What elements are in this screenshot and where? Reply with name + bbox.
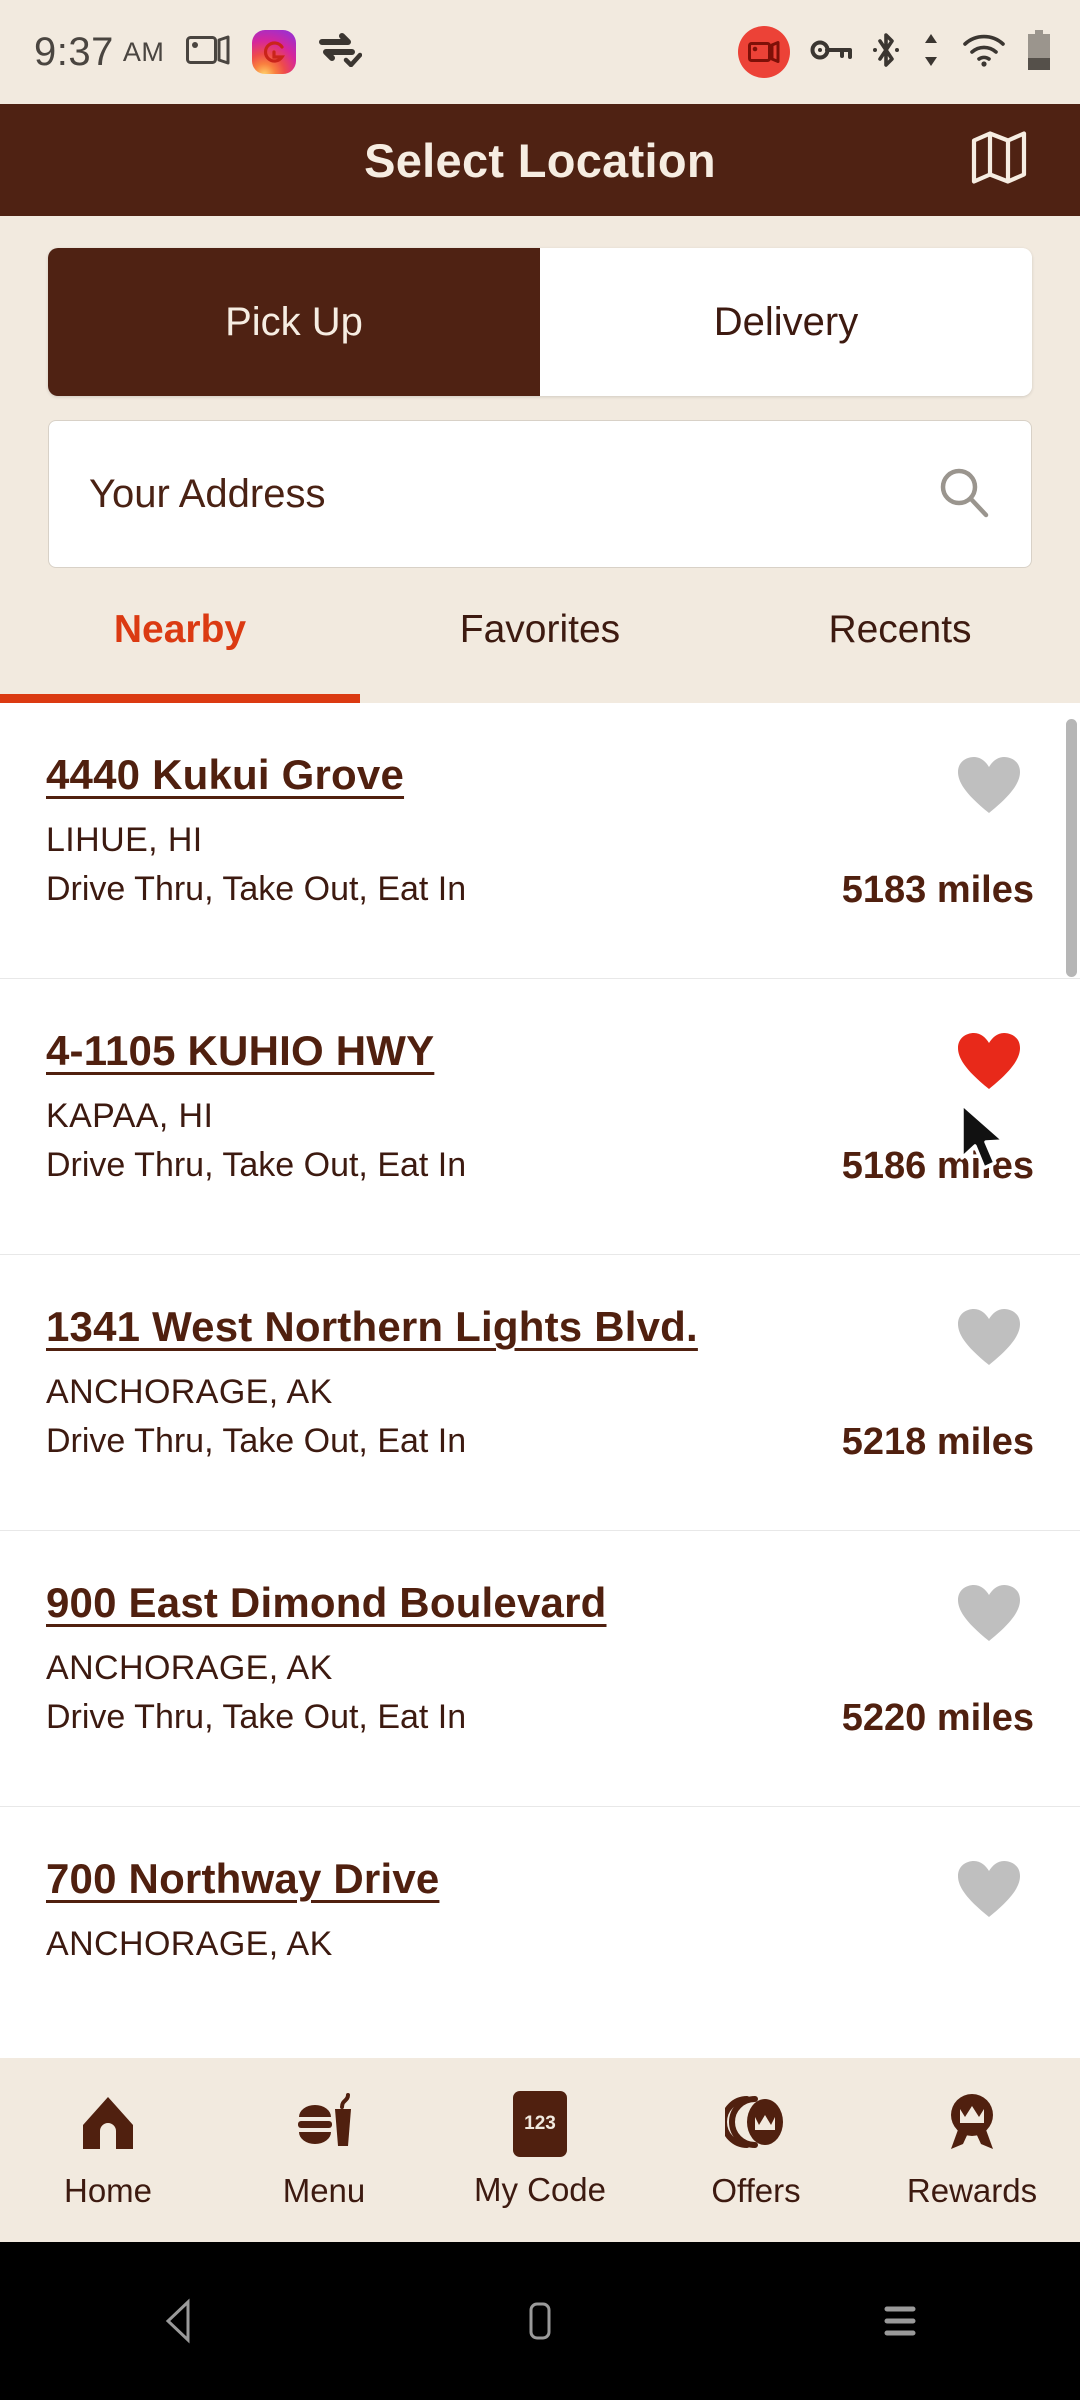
location-address[interactable]: 4440 Kukui Grove: [46, 751, 466, 799]
location-distance: 5183 miles: [841, 869, 1034, 911]
toggle-option-delivery[interactable]: Delivery: [540, 248, 1032, 396]
tab-recents-label: Recents: [828, 608, 972, 651]
location-address[interactable]: 4-1105 KUHIO HWY: [46, 1027, 466, 1075]
status-bar-left: 9:37 AM: [34, 30, 738, 75]
tab-nearby-label: Nearby: [113, 608, 247, 651]
data-transfer-icon: [920, 32, 942, 73]
phone-screen: 9:37 AM Select Location Pick Up Delivery…: [0, 0, 1080, 2400]
nav-item-rewards[interactable]: Rewards: [864, 2091, 1080, 2210]
status-bar: 9:37 AM: [0, 0, 1080, 104]
location-services: Drive Thru, Take Out, Eat In: [46, 1698, 467, 1736]
location-info: 4-1105 KUHIO HWY KAPAA, HI Drive Thru, T…: [46, 1027, 466, 1185]
location-distance: 5186 miles: [841, 1145, 1034, 1187]
home-icon: [77, 2091, 139, 2158]
location-tabs: Nearby Favorites Recents: [0, 590, 1080, 703]
nav-label-menu: Menu: [282, 2171, 366, 2209]
toggle-option-pickup[interactable]: Pick Up: [48, 248, 540, 396]
tab-active-underline: [0, 694, 360, 703]
screen-record-icon: [738, 26, 790, 78]
nav-item-mycode[interactable]: 123 My Code: [432, 2091, 648, 2209]
favorite-heart-icon-active[interactable]: [956, 1031, 1022, 1098]
code-card-digits: 123: [524, 2113, 556, 2134]
status-bar-meridiem: AM: [122, 36, 165, 67]
wifi-icon: [962, 33, 1006, 72]
instagram-icon: [252, 30, 297, 74]
table-row[interactable]: 700 Northway Drive ANCHORAGE, AK: [0, 1807, 1080, 2058]
location-city: ANCHORAGE, AK: [46, 1649, 333, 1687]
list-scrollbar[interactable]: [1066, 719, 1077, 977]
nav-label-mycode: My Code: [473, 2171, 607, 2208]
search-icon[interactable]: [935, 464, 991, 525]
favorite-heart-icon[interactable]: [956, 1307, 1022, 1374]
table-row[interactable]: 4440 Kukui Grove LIHUE, HI Drive Thru, T…: [0, 703, 1080, 979]
location-info: 4440 Kukui Grove LIHUE, HI Drive Thru, T…: [46, 751, 466, 909]
recents-icon[interactable]: [720, 2293, 1080, 2349]
tab-favorites[interactable]: Favorites: [360, 590, 720, 703]
location-distance: 5220 miles: [841, 1697, 1034, 1739]
bluetooth-icon: [872, 32, 900, 73]
nav-label-offers: Offers: [711, 2171, 801, 2209]
nav-label-home: Home: [63, 2171, 153, 2209]
address-search-field[interactable]: Your Address: [48, 420, 1032, 568]
home-icon[interactable]: [360, 2293, 720, 2349]
tab-nearby[interactable]: Nearby: [0, 590, 360, 703]
status-bar-clock: 9:37: [34, 29, 114, 74]
nav-item-menu[interactable]: Menu: [216, 2091, 432, 2210]
burger-drink-icon: [293, 2091, 355, 2158]
app-header: Select Location: [0, 104, 1080, 216]
table-row[interactable]: 4-1105 KUHIO HWY KAPAA, HI Drive Thru, T…: [0, 979, 1080, 1255]
location-info: 700 Northway Drive ANCHORAGE, AK: [46, 1855, 439, 1964]
location-address[interactable]: 900 East Dimond Boulevard: [46, 1579, 607, 1627]
search-input[interactable]: Your Address: [89, 472, 935, 517]
location-city: LIHUE, HI: [46, 821, 203, 859]
favorite-heart-icon[interactable]: [956, 755, 1022, 822]
location-distance: 5218 miles: [841, 1421, 1034, 1463]
vpn-key-icon: [810, 38, 852, 67]
location-city: ANCHORAGE, AK: [46, 1925, 333, 1963]
back-icon[interactable]: [0, 2293, 360, 2349]
usb-data-transfer-icon: [318, 32, 363, 72]
location-services: Drive Thru, Take Out, Eat In: [46, 1422, 467, 1460]
location-city: KAPAA, HI: [46, 1097, 214, 1135]
bottom-navigation: Home Menu 123 My Code Offers Rewards: [0, 2058, 1080, 2242]
table-row[interactable]: 1341 West Northern Lights Blvd. ANCHORAG…: [0, 1255, 1080, 1531]
screen-cast-icon: [186, 34, 230, 71]
battery-icon: [1026, 29, 1052, 75]
nav-item-home[interactable]: Home: [0, 2091, 216, 2210]
android-navigation-bar: [0, 2242, 1080, 2400]
favorite-heart-icon[interactable]: [956, 1859, 1022, 1926]
order-mode-toggle: Pick Up Delivery: [48, 248, 1032, 396]
favorite-heart-icon[interactable]: [956, 1583, 1022, 1650]
location-city: ANCHORAGE, AK: [46, 1373, 333, 1411]
page-title: Select Location: [364, 133, 716, 187]
table-row[interactable]: 900 East Dimond Boulevard ANCHORAGE, AK …: [0, 1531, 1080, 1807]
location-address[interactable]: 1341 West Northern Lights Blvd.: [46, 1303, 698, 1351]
status-bar-right: [738, 26, 1052, 78]
rewards-ribbon-icon: [941, 2091, 1003, 2158]
nav-item-offers[interactable]: Offers: [648, 2091, 864, 2210]
tab-recents[interactable]: Recents: [720, 590, 1080, 703]
code-card-icon: 123: [513, 2091, 567, 2157]
nav-label-rewards: Rewards: [906, 2171, 1038, 2209]
offers-crown-icon: [721, 2091, 787, 2158]
location-services: Drive Thru, Take Out, Eat In: [46, 1146, 467, 1184]
tab-favorites-label: Favorites: [459, 608, 621, 651]
map-icon[interactable]: [970, 129, 1028, 192]
location-services: Drive Thru, Take Out, Eat In: [46, 870, 467, 908]
location-info: 900 East Dimond Boulevard ANCHORAGE, AK …: [46, 1579, 607, 1737]
location-list[interactable]: 4440 Kukui Grove LIHUE, HI Drive Thru, T…: [0, 703, 1080, 2058]
location-info: 1341 West Northern Lights Blvd. ANCHORAG…: [46, 1303, 698, 1461]
location-address[interactable]: 700 Northway Drive: [46, 1855, 439, 1903]
